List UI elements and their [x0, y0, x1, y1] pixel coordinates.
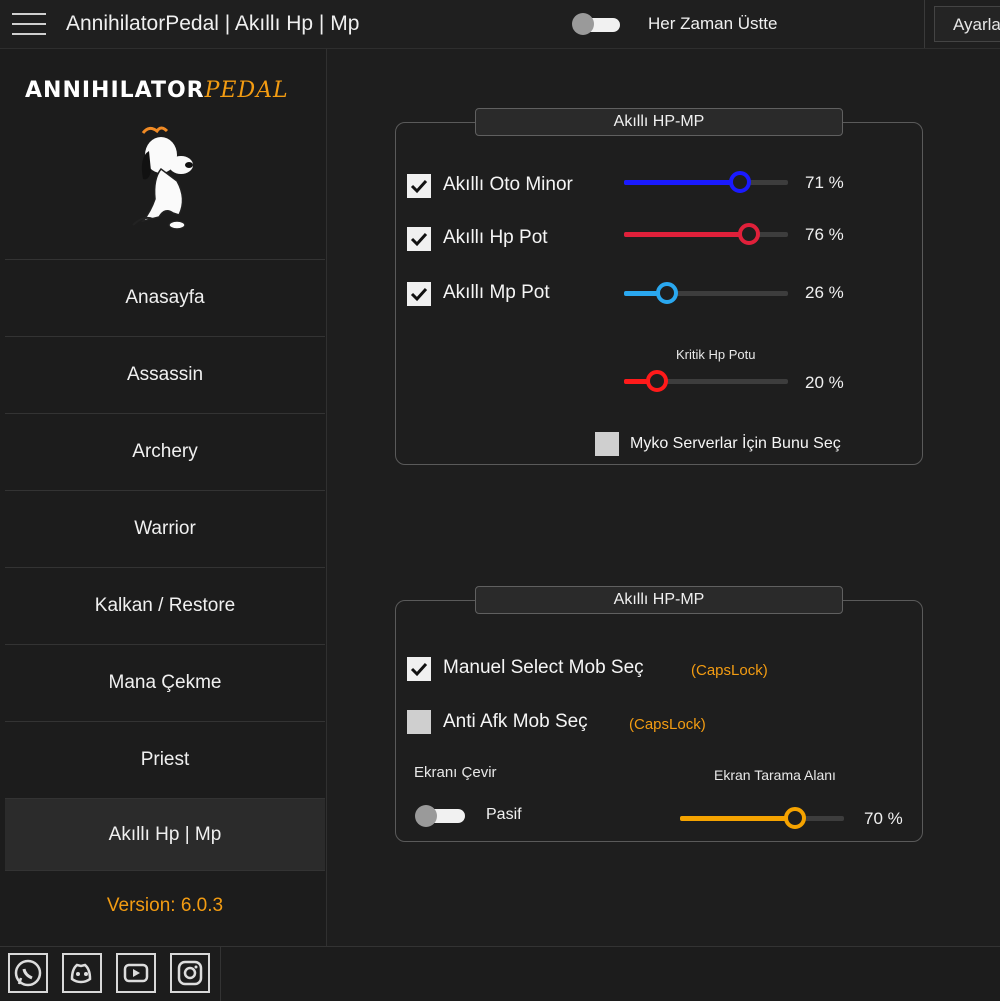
smart-minor-value: 71 %	[805, 173, 844, 192]
smart-minor-slider[interactable]	[624, 170, 788, 194]
critical-hp-label: Kritik Hp Potu	[676, 347, 756, 362]
manual-select-hint: (CapsLock)	[691, 662, 768, 679]
sidebar-item-kalkan-restore[interactable]: Kalkan / Restore	[5, 567, 325, 643]
critical-hp-slider[interactable]	[624, 369, 788, 393]
scan-area-value: 70 %	[864, 809, 903, 828]
flip-screen-label: Ekranı Çevir	[414, 764, 497, 781]
app-logo: ANNIHILATORPEDAL	[25, 78, 289, 103]
scan-area-slider[interactable]	[680, 806, 844, 830]
sidebar-item-anasayfa[interactable]: Anasayfa	[5, 259, 325, 335]
sidebar-item-archery[interactable]: Archery	[5, 413, 325, 489]
always-on-top-toggle[interactable]	[572, 13, 622, 35]
smart-hp-pot-value: 76 %	[805, 225, 844, 244]
smart-hp-pot-slider[interactable]	[624, 222, 788, 246]
smart-mp-pot-label: Akıllı Mp Pot	[443, 282, 550, 303]
dog-mascot-icon	[132, 126, 193, 230]
flip-screen-toggle[interactable]	[415, 805, 467, 827]
smart-mp-pot-value: 26 %	[805, 283, 844, 302]
instagram-icon[interactable]	[170, 953, 210, 993]
flip-screen-state: Pasif	[486, 806, 522, 823]
myko-checkbox[interactable]	[595, 432, 619, 456]
bottom-divider	[220, 947, 221, 1001]
youtube-icon[interactable]	[116, 953, 156, 993]
sidebar-item-akilli-hp-mp[interactable]: Akıllı Hp | Mp	[5, 798, 325, 870]
version-label: Version: 6.0.3	[5, 870, 325, 940]
manual-select-label: Manuel Select Mob Seç	[443, 657, 644, 678]
bottom-bar	[0, 946, 1000, 1001]
smart-minor-checkbox[interactable]	[407, 174, 431, 198]
discord-icon[interactable]	[62, 953, 102, 993]
sidebar-item-priest[interactable]: Priest	[5, 721, 325, 797]
panel-title: Akıllı HP-MP	[475, 108, 843, 136]
titlebar-divider	[924, 0, 925, 48]
always-on-top-label: Her Zaman Üstte	[648, 14, 778, 33]
sidebar-divider	[326, 49, 327, 946]
settings-button[interactable]: Ayarlar	[934, 6, 1000, 42]
smart-hp-pot-checkbox[interactable]	[407, 227, 431, 251]
myko-label: Myko Serverlar İçin Bunu Seç	[630, 435, 841, 452]
whatsapp-icon[interactable]	[8, 953, 48, 993]
panel-title-2: Akıllı HP-MP	[475, 586, 843, 614]
smart-hp-pot-label: Akıllı Hp Pot	[443, 227, 548, 248]
sidebar-item-warrior[interactable]: Warrior	[5, 490, 325, 566]
manual-select-checkbox[interactable]	[407, 657, 431, 681]
app-title: AnnihilatorPedal | Akıllı Hp | Mp	[66, 12, 360, 35]
smart-mp-pot-checkbox[interactable]	[407, 282, 431, 306]
smart-mp-pot-slider[interactable]	[624, 281, 788, 305]
sidebar-item-mana-cekme[interactable]: Mana Çekme	[5, 644, 325, 720]
critical-hp-value: 20 %	[805, 373, 844, 392]
anti-afk-label: Anti Afk Mob Seç	[443, 711, 588, 732]
title-bar: AnnihilatorPedal | Akıllı Hp | Mp Her Za…	[0, 0, 1000, 49]
sidebar-item-assassin[interactable]: Assassin	[5, 336, 325, 412]
anti-afk-checkbox[interactable]	[407, 710, 431, 734]
anti-afk-hint: (CapsLock)	[629, 716, 706, 733]
scan-area-label: Ekran Tarama Alanı	[714, 767, 836, 783]
hamburger-menu-icon[interactable]	[12, 11, 48, 37]
smart-minor-label: Akıllı Oto Minor	[443, 174, 573, 195]
